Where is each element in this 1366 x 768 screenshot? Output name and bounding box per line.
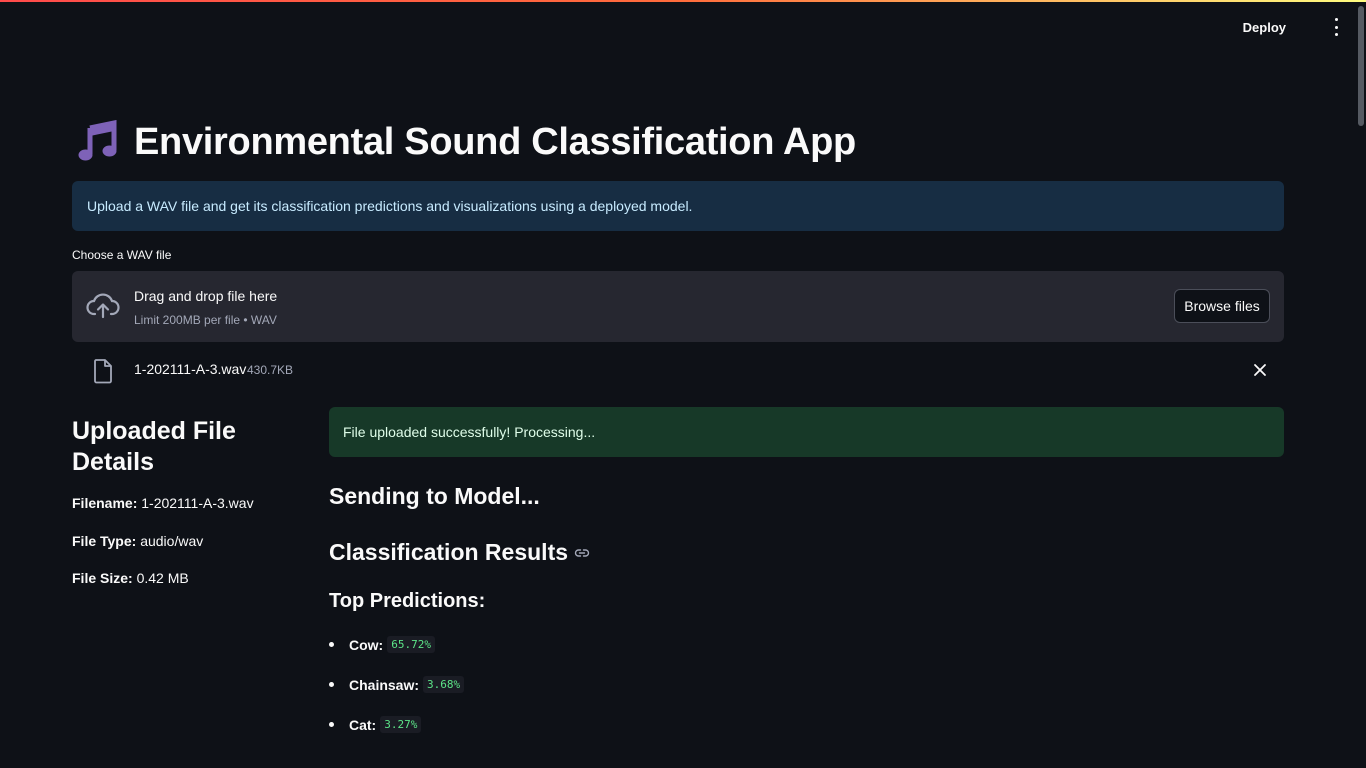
prediction-label: Cow: [349, 636, 384, 653]
bullet-icon [329, 682, 334, 687]
prediction-label: Chainsaw: [349, 676, 420, 693]
deploy-button[interactable]: Deploy [1243, 16, 1286, 39]
musical-notes-icon [78, 120, 117, 161]
results-heading: Classification Results [329, 539, 590, 566]
bullet-icon [329, 722, 334, 727]
prediction-percent: 65.72% [387, 636, 435, 653]
success-alert: File uploaded successfully! Processing..… [329, 407, 1284, 457]
detail-filename: Filename: 1-202111-A-3.wav [72, 495, 254, 511]
detail-type-label: File Type: [72, 533, 137, 549]
info-alert: Upload a WAV file and get its classifica… [72, 181, 1284, 231]
prediction-label: Cat: [349, 716, 377, 733]
detail-file-type: File Type: audio/wav [72, 533, 203, 549]
uploaded-file-name: 1-202111-A-3.wav [134, 361, 247, 377]
sending-heading: Sending to Model... [329, 483, 540, 509]
success-text: File uploaded successfully! Processing..… [343, 424, 596, 440]
file-dropzone[interactable]: Drag and drop file here Limit 200MB per … [72, 271, 1284, 342]
detail-filename-value: 1-202111-A-3.wav [141, 495, 254, 511]
prediction-percent: 3.27% [380, 716, 422, 733]
detail-type-value: audio/wav [140, 533, 204, 549]
detail-size-label: File Size: [72, 570, 133, 586]
detail-filename-label: Filename: [72, 495, 138, 511]
remove-file-close-icon[interactable] [1252, 362, 1268, 378]
prediction-item: Cat: 3.27% [329, 716, 422, 733]
file-details-panel: Uploaded File Details Filename: 1-202111… [72, 416, 292, 586]
app-header: Deploy [0, 0, 1366, 56]
results-panel: File uploaded successfully! Processing..… [329, 407, 1284, 733]
prediction-item: Cow: 65.72% [329, 636, 435, 653]
results-heading-text: Classification Results [329, 539, 569, 565]
cloud-upload-icon [86, 293, 120, 319]
uploaded-file-size: 430.7KB [247, 363, 294, 377]
info-text: Upload a WAV file and get its classifica… [87, 198, 693, 214]
title-row: Environmental Sound Classification App [76, 118, 856, 166]
prediction-item: Chainsaw: 3.68% [329, 676, 465, 693]
top-predictions-heading: Top Predictions: [329, 590, 486, 612]
page-scrollbar[interactable] [1358, 6, 1364, 126]
detail-size-value: 0.42 MB [136, 570, 189, 586]
prediction-percent: 3.68% [423, 676, 465, 693]
browse-files-button[interactable]: Browse files [1174, 289, 1270, 323]
file-details-heading: Uploaded File Details [72, 417, 236, 476]
dropzone-instructions: Drag and drop file here [134, 288, 278, 304]
anchor-link-icon[interactable] [574, 545, 590, 561]
uploader-label: Choose a WAV file [72, 248, 172, 262]
dropzone-limit: Limit 200MB per file • WAV [134, 313, 277, 327]
detail-file-size: File Size: 0.42 MB [72, 570, 189, 586]
bullet-icon [329, 642, 334, 647]
uploaded-file-row: 1-202111-A-3.wav 430.7KB [72, 356, 1284, 386]
page-title: Environmental Sound Classification App [134, 120, 856, 163]
file-icon [94, 359, 112, 384]
kebab-menu-icon[interactable] [1330, 18, 1342, 36]
